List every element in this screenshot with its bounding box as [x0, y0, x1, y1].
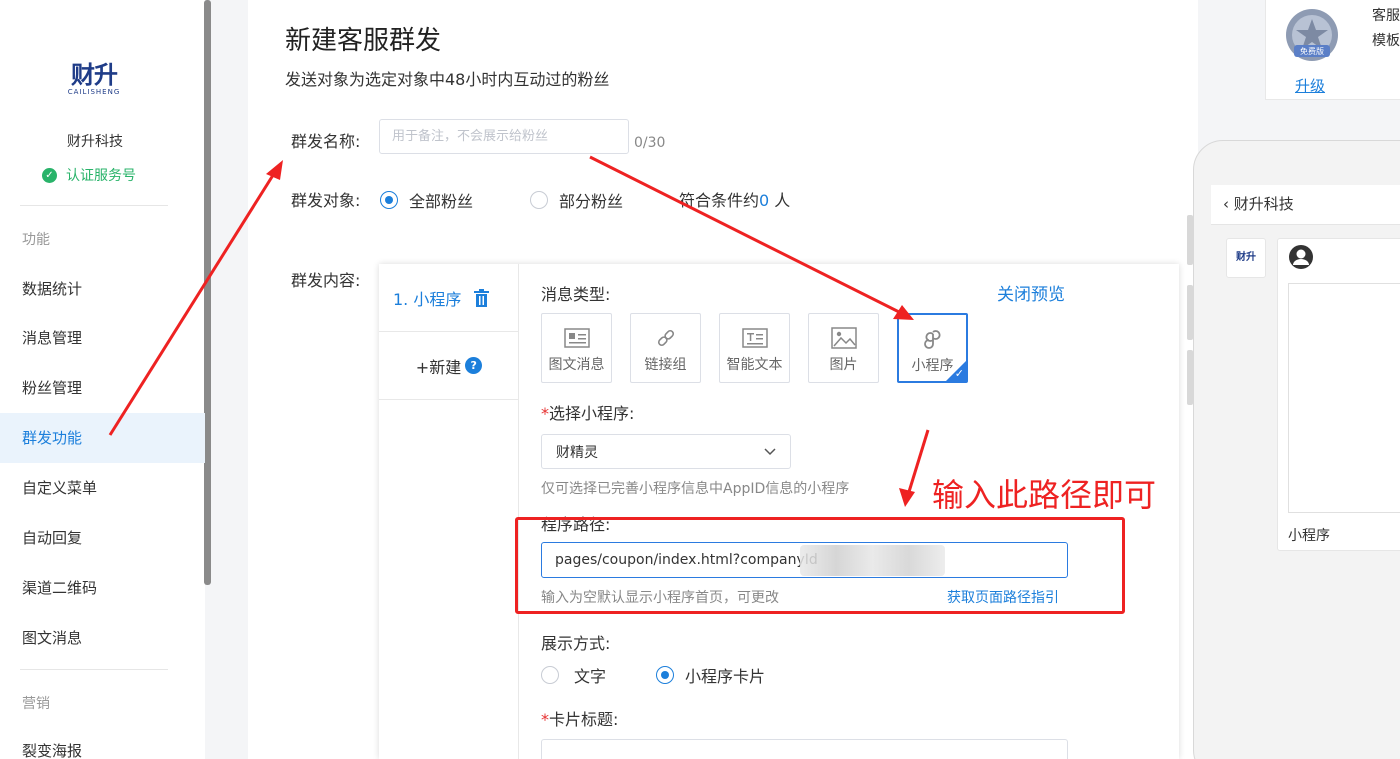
mini-program-select[interactable]: 财精灵: [541, 434, 791, 469]
radio-circle[interactable]: [380, 191, 398, 209]
add-content-button[interactable]: +新建 ?: [379, 332, 519, 400]
sidebar-item-stats[interactable]: 数据统计: [0, 264, 205, 314]
sidebar-item-articles[interactable]: 图文消息: [0, 613, 205, 663]
type-image[interactable]: 图片: [808, 313, 879, 383]
sidebar-divider: [20, 669, 168, 670]
type-image-label: 图片: [829, 357, 858, 373]
help-icon[interactable]: ?: [465, 357, 483, 374]
content-items-list: 1. 小程序 +新建 ?: [379, 264, 519, 759]
verified-label: 认证服务号: [66, 168, 136, 184]
badge-text: 免费版: [1300, 46, 1324, 56]
trash-icon[interactable]: [473, 288, 490, 307]
smart-text-icon: [741, 328, 768, 348]
broadcast-name-input[interactable]: 用于备注，不会展示给粉丝: [379, 119, 629, 154]
close-preview-link[interactable]: 关闭预览: [997, 280, 1065, 305]
message-type-options: 图文消息 链接组 智能文本 图片 小程序 ✓: [541, 313, 986, 383]
brand-logo-mark: 财升: [71, 60, 118, 89]
account-avatar: 财升: [1226, 238, 1266, 278]
sidebar-divider: [20, 205, 168, 206]
radio-display-text-label: 文字: [574, 667, 607, 686]
type-smart-text-label: 智能文本: [726, 357, 783, 373]
card-title-label-text: 卡片标题:: [549, 710, 619, 729]
news-icon: [563, 328, 590, 348]
sidebar-scrollbar[interactable]: [204, 0, 211, 585]
brand-logo: 财升 CAILISHENG: [58, 55, 130, 97]
card-title-label: *卡片标题:: [541, 710, 619, 729]
select-mp-hint: 仅可选择已完善小程序信息中AppID信息的小程序: [541, 481, 850, 497]
link-group-icon: [657, 329, 674, 347]
content-item-1[interactable]: 1. 小程序: [379, 264, 519, 332]
card-title-input[interactable]: [541, 739, 1068, 759]
cond-suffix: 人: [769, 191, 791, 210]
radio-some-fans[interactable]: 部分粉丝: [530, 188, 623, 212]
type-link-group-label: 链接组: [644, 357, 687, 373]
type-smart-text[interactable]: 智能文本: [719, 313, 790, 383]
matching-count: 符合条件约0 人: [679, 187, 790, 211]
sidebar-item-broadcast[interactable]: 群发功能: [0, 413, 205, 463]
name-counter: 0/30: [634, 135, 666, 151]
mini-program-icon: [923, 330, 941, 349]
select-mp-label: *选择小程序:: [541, 404, 635, 423]
radio-display-card-label: 小程序卡片: [685, 667, 766, 686]
radio-circle[interactable]: [541, 666, 559, 684]
annotation-text: 输入此路径即可: [932, 476, 1157, 514]
image-icon: [830, 327, 857, 349]
side-text-2: 模板: [1372, 33, 1400, 49]
type-mini-program[interactable]: 小程序 ✓: [897, 313, 968, 383]
radio-circle[interactable]: [530, 191, 548, 209]
page-title: 新建客服群发: [285, 26, 442, 56]
select-mp-label-text: 选择小程序:: [549, 404, 635, 423]
type-news-label: 图文消息: [548, 357, 605, 373]
mini-program-select-value: 财精灵: [556, 444, 598, 461]
sidebar-item-messages[interactable]: 消息管理: [0, 313, 205, 363]
content-item-1-label: 1. 小程序: [393, 289, 462, 309]
content-label: 群发内容:: [291, 271, 361, 290]
radio-circle[interactable]: [656, 666, 674, 684]
sidebar-item-custom-menu[interactable]: 自定义菜单: [0, 463, 205, 513]
radio-display-text[interactable]: 文字: [541, 663, 606, 687]
sidebar-item-fission-poster[interactable]: 裂变海报: [0, 726, 205, 759]
type-news[interactable]: 图文消息: [541, 313, 612, 383]
user-icon: [1289, 245, 1313, 269]
cond-prefix: 符合条件约: [679, 191, 760, 210]
add-content-label: +新建: [415, 357, 462, 377]
side-text-1: 客服: [1372, 8, 1400, 24]
msg-type-label: 消息类型:: [541, 285, 611, 304]
card-image-placeholder: [1288, 283, 1400, 513]
cond-count: 0: [759, 191, 770, 210]
target-label: 群发对象:: [291, 191, 361, 210]
account-name: 财升科技: [67, 134, 123, 150]
sidebar-item-auto-reply[interactable]: 自动回复: [0, 513, 205, 563]
radio-all-fans[interactable]: 全部粉丝: [380, 188, 473, 212]
phone-header-title: 财升科技: [1233, 195, 1294, 213]
check-icon: ✓: [42, 167, 57, 183]
radio-some-fans-label: 部分粉丝: [559, 192, 624, 211]
back-chevron-icon: ‹: [1223, 195, 1234, 213]
page-subtitle: 发送对象为选定对象中48小时内互动过的粉丝: [285, 70, 610, 89]
name-label: 群发名称:: [291, 132, 361, 151]
section-function: 功能: [22, 232, 50, 248]
card-mini-label: 小程序: [1288, 528, 1330, 544]
verified-badge: ✓ 认证服务号: [42, 165, 136, 185]
free-plan-badge-icon: 免费版: [1286, 9, 1338, 61]
sidebar-item-qrcode[interactable]: 渠道二维码: [0, 563, 205, 613]
brand-logo-sub: CAILISHENG: [67, 88, 121, 96]
chevron-down-icon: [764, 447, 776, 455]
radio-display-card[interactable]: 小程序卡片: [656, 663, 765, 687]
phone-header: ‹ 财升科技: [1211, 185, 1400, 225]
radio-all-fans-label: 全部粉丝: [409, 192, 474, 211]
section-marketing: 营销: [22, 696, 50, 712]
sidebar-item-fans[interactable]: 粉丝管理: [0, 363, 205, 413]
sidebar-gutter: [211, 0, 248, 759]
type-link-group[interactable]: 链接组: [630, 313, 701, 383]
annotation-highlight-box: [515, 517, 1125, 614]
display-label: 展示方式:: [541, 634, 611, 653]
checkmark-icon: ✓: [954, 367, 964, 380]
upgrade-link[interactable]: 升级: [1295, 75, 1325, 96]
